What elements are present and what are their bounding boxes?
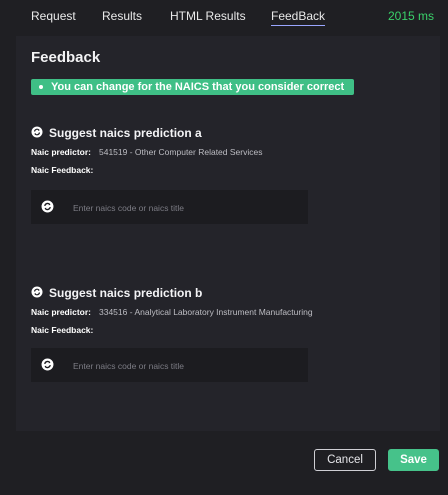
tab-request[interactable]: Request: [31, 9, 76, 23]
naic-feedback-label-b: Naic Feedback:: [31, 325, 101, 335]
tab-feedback[interactable]: FeedBack: [271, 9, 326, 26]
cancel-button[interactable]: Cancel: [314, 449, 376, 471]
naic-feedback-label: Naic Feedback:: [31, 165, 94, 175]
tab-results[interactable]: Results: [102, 9, 142, 23]
naic-feedback-label: Naic Feedback:: [31, 325, 94, 335]
save-button[interactable]: Save: [388, 449, 439, 471]
naic-predictor-row-b: Naic predictor: 334516 - Analytical Labor…: [31, 307, 313, 317]
response-time: 2015 ms: [387, 9, 434, 23]
naic-predictor-value: 541519 - Other Computer Related Services: [99, 147, 263, 157]
naics-search-input-b[interactable]: [71, 348, 305, 384]
naic-predictor-label: Naic predictor:: [31, 147, 91, 157]
naics-search-field-a: [31, 190, 308, 226]
section-title-text: Suggest naics prediction b: [49, 286, 203, 300]
refresh-circle-icon: [31, 126, 43, 141]
naics-search-input-a[interactable]: [71, 190, 305, 226]
refresh-circle-icon: [41, 358, 54, 376]
info-notice-badge: You can change for the NAICS that you co…: [31, 79, 355, 95]
feedback-panel: Feedback You can change for the NAICS th…: [16, 36, 440, 431]
section-title-text: Suggest naics prediction a: [49, 126, 202, 140]
bullet-dot-icon: [39, 85, 43, 89]
naics-search-field-b: [31, 348, 308, 384]
section-title-prediction-a: Suggest naics prediction a: [31, 126, 202, 141]
page-title: Feedback: [31, 49, 101, 66]
tab-bar: Request Results HTML Results FeedBack 20…: [0, 0, 448, 34]
refresh-circle-icon: [41, 200, 54, 218]
section-title-prediction-b: Suggest naics prediction b: [31, 286, 202, 301]
notice-text: You can change for the NAICS that you co…: [51, 81, 345, 93]
naic-predictor-row-a: Naic predictor: 541519 - Other Computer R…: [31, 147, 262, 157]
naic-predictor-value: 334516 - Analytical Laboratory Instrumen…: [99, 307, 313, 317]
naic-feedback-label-a: Naic Feedback:: [31, 165, 101, 175]
naic-predictor-label: Naic predictor:: [31, 307, 91, 317]
refresh-circle-icon: [31, 286, 43, 301]
tab-html-results[interactable]: HTML Results: [170, 9, 246, 23]
